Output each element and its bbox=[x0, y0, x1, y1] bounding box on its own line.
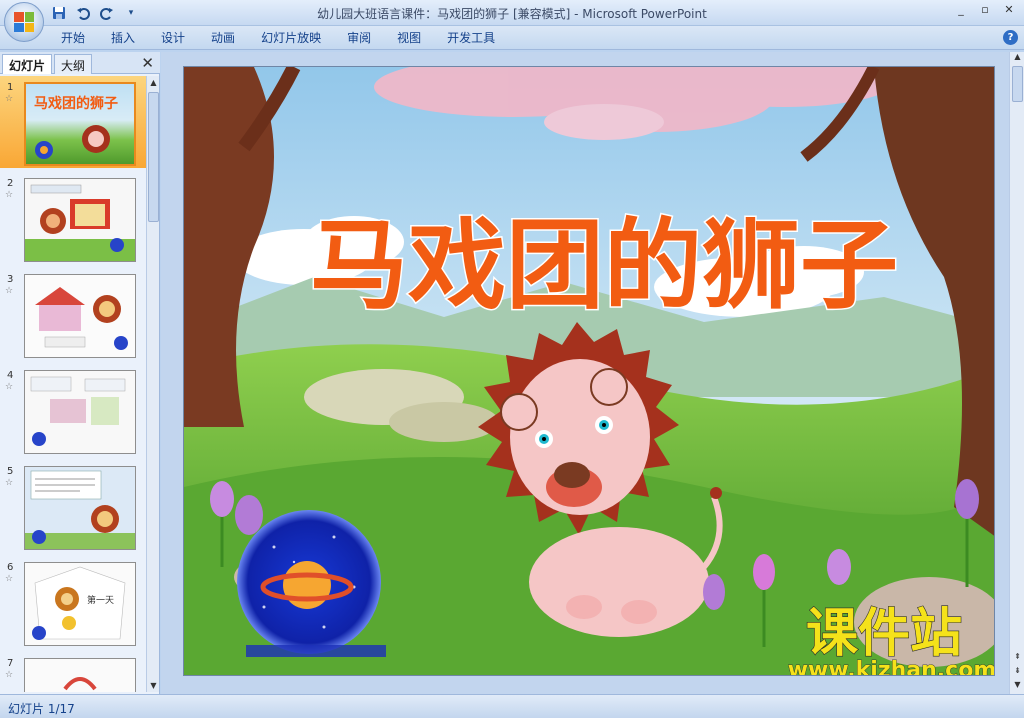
thumbnail-title: 马戏团的狮子 bbox=[34, 95, 118, 112]
slide-counter: 幻灯片 1/17 bbox=[8, 702, 75, 716]
scroll-down-icon[interactable]: ▼ bbox=[147, 679, 160, 692]
tab-home[interactable]: 开始 bbox=[48, 30, 98, 46]
slide-thumbnail-1[interactable]: 马戏团的狮子 bbox=[24, 82, 136, 166]
next-slide-icon[interactable]: ⇟ bbox=[1010, 666, 1024, 675]
animation-star-icon: ☆ bbox=[5, 190, 14, 200]
tab-view[interactable]: 视图 bbox=[384, 30, 434, 46]
tab-insert[interactable]: 插入 bbox=[98, 30, 148, 46]
help-icon[interactable]: ? bbox=[1003, 30, 1018, 45]
close-button[interactable]: ✕ bbox=[998, 2, 1020, 18]
thumbnail-list: 1 ☆ 马戏团的狮子 2 ☆ 3 ☆ 4 ☆ 5 ☆ 6 ☆ 第一天 7 ☆ bbox=[0, 76, 146, 692]
slide-thumbnail-4[interactable] bbox=[24, 370, 136, 454]
thumbnail-row-5[interactable]: 5 ☆ bbox=[0, 460, 146, 552]
thumbnail-row-1[interactable]: 1 ☆ 马戏团的狮子 bbox=[0, 76, 146, 168]
watermark-main: 课件站 bbox=[806, 604, 962, 664]
tab-slides[interactable]: 幻灯片 bbox=[2, 54, 53, 74]
scroll-up-icon[interactable]: ▲ bbox=[147, 76, 160, 89]
pane-tabs: 幻灯片 大纲 ✕ bbox=[0, 52, 160, 74]
thumbnail-label: 第一天 bbox=[87, 594, 114, 606]
tab-slideshow[interactable]: 幻灯片放映 bbox=[248, 30, 334, 46]
slide-title: 马戏团的狮子 bbox=[310, 209, 898, 323]
tab-developer[interactable]: 开发工具 bbox=[434, 30, 508, 46]
animation-star-icon: ☆ bbox=[5, 382, 14, 392]
thumbnail-number: 3 bbox=[7, 274, 14, 285]
tab-animations[interactable]: 动画 bbox=[198, 30, 248, 46]
prev-slide-icon[interactable]: ⇞ bbox=[1010, 652, 1024, 661]
scroll-thumb[interactable] bbox=[148, 92, 159, 222]
animation-star-icon: ☆ bbox=[5, 670, 14, 680]
title-bar: ▾ 幼儿园大班语言课件：马戏团的狮子 [兼容模式] - Microsoft Po… bbox=[0, 0, 1024, 26]
thumbnail-row-6[interactable]: 6 ☆ 第一天 bbox=[0, 556, 146, 648]
thumbnail-number: 4 bbox=[7, 370, 14, 381]
slide-scrollbar[interactable]: ▲ ⇞ ⇟ ▼ bbox=[1009, 52, 1024, 694]
animation-star-icon: ☆ bbox=[5, 478, 14, 488]
thumbnail-number: 6 bbox=[7, 562, 14, 573]
tab-outline[interactable]: 大纲 bbox=[54, 54, 93, 74]
tab-review[interactable]: 审阅 bbox=[334, 30, 384, 46]
slide-thumbnail-2[interactable] bbox=[24, 178, 136, 262]
slide-editor: 马戏团的狮子 课件站 www.kjzhan.com ▲ ⇞ ⇟ ▼ bbox=[161, 52, 1024, 694]
status-bar: 幻灯片 1/17 bbox=[0, 694, 1024, 718]
slide-artwork: 马戏团的狮子 课件站 www.kjzhan.com bbox=[184, 67, 995, 676]
thumbnail-number: 2 bbox=[7, 178, 14, 189]
slides-pane: 幻灯片 大纲 ✕ 1 ☆ 马戏团的狮子 2 ☆ 3 ☆ 4 ☆ 5 ☆ 6 ☆ … bbox=[0, 52, 160, 694]
animation-star-icon: ☆ bbox=[5, 574, 14, 584]
minimize-button[interactable]: _ bbox=[950, 2, 972, 18]
scroll-down-icon[interactable]: ▼ bbox=[1010, 680, 1024, 689]
thumbnail-row-7[interactable]: 7 ☆ bbox=[0, 652, 146, 692]
tab-design[interactable]: 设计 bbox=[148, 30, 198, 46]
ribbon: 开始 插入 设计 动画 幻灯片放映 审阅 视图 开发工具 ? bbox=[0, 26, 1024, 50]
close-pane-icon[interactable]: ✕ bbox=[141, 54, 154, 72]
thumbnail-row-3[interactable]: 3 ☆ bbox=[0, 268, 146, 360]
scroll-thumb[interactable] bbox=[1012, 66, 1023, 102]
animation-star-icon: ☆ bbox=[5, 94, 14, 104]
thumbnail-number: 5 bbox=[7, 466, 14, 477]
thumbnail-number: 1 bbox=[7, 82, 14, 93]
thumbnail-row-4[interactable]: 4 ☆ bbox=[0, 364, 146, 456]
slide-thumbnail-5[interactable] bbox=[24, 466, 136, 550]
office-button[interactable] bbox=[4, 2, 44, 42]
thumbnail-scrollbar[interactable]: ▲ ▼ bbox=[146, 76, 159, 692]
window-controls: _ ▫ ✕ bbox=[950, 2, 1020, 18]
window-title: 幼儿园大班语言课件：马戏团的狮子 [兼容模式] - Microsoft Powe… bbox=[317, 7, 707, 21]
ribbon-tabs: 开始 插入 设计 动画 幻灯片放映 审阅 视图 开发工具 bbox=[48, 30, 508, 46]
watermark-url: www.kjzhan.com bbox=[788, 658, 995, 676]
restore-button[interactable]: ▫ bbox=[974, 2, 996, 18]
slide-thumbnail-6[interactable]: 第一天 bbox=[24, 562, 136, 646]
thumbnail-number: 7 bbox=[7, 658, 14, 669]
office-logo-icon bbox=[14, 12, 34, 32]
slide-thumbnail-7[interactable] bbox=[24, 658, 136, 692]
slide-thumbnail-3[interactable] bbox=[24, 274, 136, 358]
slide-canvas[interactable]: 马戏团的狮子 课件站 www.kjzhan.com bbox=[183, 66, 995, 676]
animation-star-icon: ☆ bbox=[5, 286, 14, 296]
thumbnail-row-2[interactable]: 2 ☆ bbox=[0, 172, 146, 264]
scroll-up-icon[interactable]: ▲ bbox=[1010, 52, 1024, 61]
